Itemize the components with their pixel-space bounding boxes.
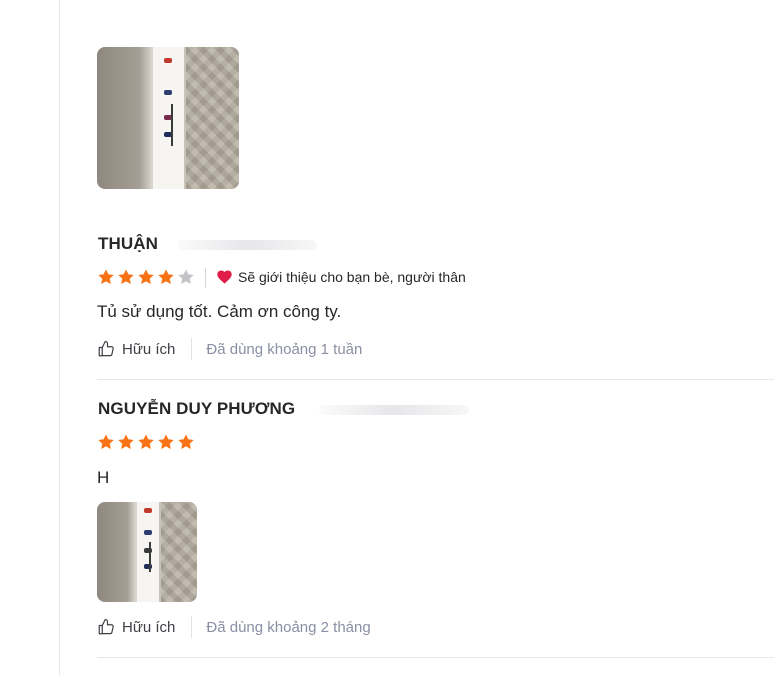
photo-detail [163,58,172,64]
photo-floor [159,502,197,602]
star-filled-icon [117,433,135,451]
recommend-text: Sẽ giới thiệu cho bạn bè, người thân [238,269,466,285]
recommend-badge: Sẽ giới thiệu cho bạn bè, người thân [217,269,466,285]
review-photo[interactable] [97,47,239,189]
heart-icon [217,270,232,284]
action-separator [191,338,193,360]
star-filled-icon [157,268,175,286]
photo-detail [144,508,152,513]
review-author: NGUYỄN DUY PHƯƠNG [98,399,296,418]
helpful-button[interactable]: Hữu ích [97,618,175,636]
star-filled-icon [137,433,155,451]
photo-detail [144,530,152,535]
helpful-label: Hữu ích [122,340,176,358]
star-rating [97,433,195,451]
thumbs-up-icon [97,340,115,358]
star-filled-icon [97,433,115,451]
usage-duration: Đã dùng khoảng 1 tuần [206,340,363,358]
rating-separator [205,268,206,288]
left-column-border [59,0,60,675]
blurred-author-meta [319,405,469,415]
star-empty-icon [177,268,195,286]
review-divider [97,657,774,658]
action-separator [191,616,193,638]
star-rating [97,268,195,286]
helpful-label: Hữu ích [122,618,176,636]
usage-duration: Đã dùng khoảng 2 tháng [206,618,371,636]
helpful-button[interactable]: Hữu ích [97,340,175,358]
photo-detail [170,103,173,147]
review-photo[interactable] [97,502,197,602]
photo-detail [149,542,151,572]
photo-detail [163,89,172,95]
review-actions: Hữu ích Đã dùng khoảng 2 tháng [97,616,371,638]
review-divider [97,379,774,380]
star-filled-icon [137,268,155,286]
photo-floor [185,47,239,189]
review-actions: Hữu ích Đã dùng khoảng 1 tuần [97,338,362,360]
star-filled-icon [97,268,115,286]
star-filled-icon [177,433,195,451]
thumbs-up-icon [97,618,115,636]
star-filled-icon [117,268,135,286]
review-text: Tủ sử dụng tốt. Cảm ơn công ty. [97,302,342,321]
review-author: THUẬN [98,234,158,253]
review-text: H [97,468,110,487]
star-filled-icon [157,433,175,451]
blurred-author-meta [177,240,317,250]
